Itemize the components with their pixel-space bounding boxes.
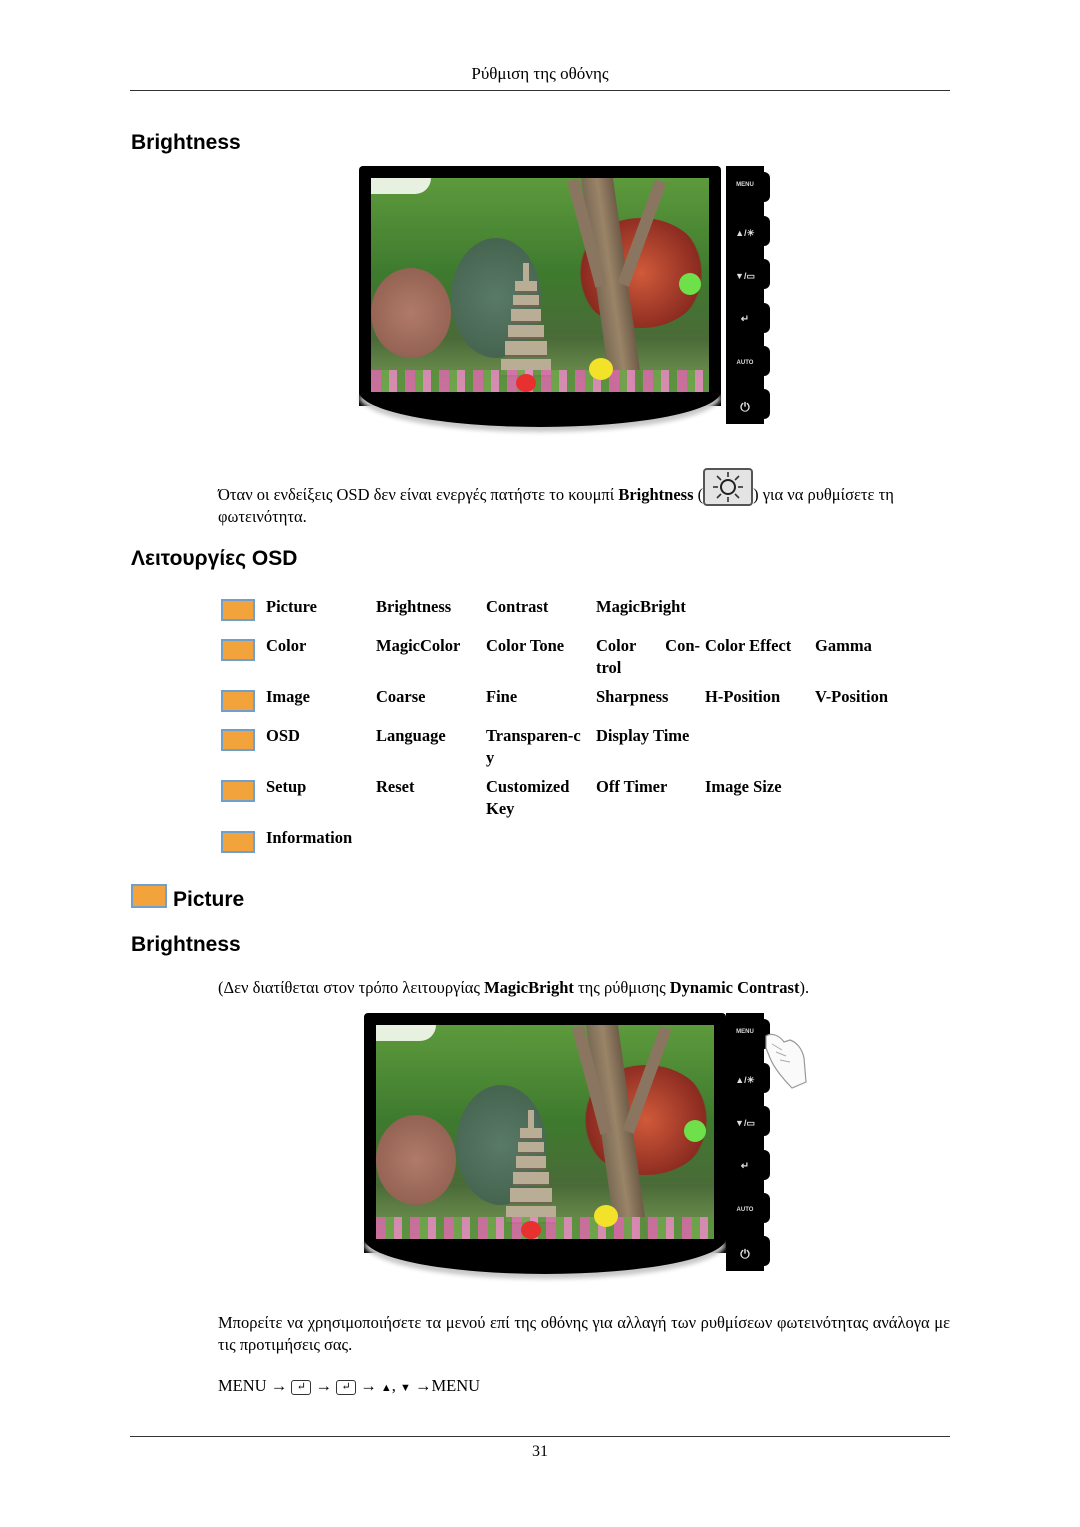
enter-button-label: ↵ [740, 1161, 750, 1172]
monitor-stand-curve [359, 391, 721, 427]
osd-cell: Color [266, 636, 307, 655]
osd-cell: Color Effect [705, 636, 792, 655]
osd-cell: Contrast [486, 597, 549, 616]
osd-cell: Brightness [376, 597, 452, 616]
brightness-menu-description: Μπορείτε να χρησιμοποιήσετε τα μενού επί… [218, 1313, 950, 1354]
footer-rule [130, 1436, 950, 1437]
monitor-screen-photo [371, 178, 709, 392]
osd-cell: Coarse [376, 687, 426, 706]
osd-icon [221, 729, 255, 751]
section-heading-picture: Picture [173, 888, 245, 911]
auto-button-label: AUTO [736, 360, 754, 366]
auto-button-label: AUTO [736, 1207, 754, 1213]
osd-cell: H-Position [705, 687, 781, 706]
osd-cell: Gamma [815, 636, 872, 655]
osd-cell: Fine [486, 687, 518, 706]
color-icon [221, 639, 255, 661]
osd-cell: Sharpness [596, 687, 669, 706]
monitor-screen-photo [376, 1025, 714, 1239]
power-button-label: ⏻ [740, 1247, 750, 1261]
menu-button-label: MENU [736, 1029, 754, 1035]
osd-cell: Customized Key [486, 777, 570, 818]
up-arrow-icon: ▲ [380, 1382, 392, 1394]
down-button-label: ▼/▭ [735, 1118, 755, 1128]
setup-icon [221, 780, 255, 802]
menu-navigation-sequence: MENU → ↵ → ↵ → ▲, ▼ →MENU [218, 1376, 481, 1395]
header-rule [130, 90, 950, 91]
osd-cell: Picture [266, 597, 318, 616]
monitor-button-panel: MENU ▲/☀ ▼/▭ ↵ AUTO ⏻ [726, 1013, 770, 1271]
osd-cell: Image [266, 687, 310, 706]
brightness-button-image [703, 468, 754, 506]
monitor-button-panel: MENU ▲/☀ ▼/▭ ↵ AUTO ⏻ [726, 166, 770, 424]
down-arrow-icon: ▼ [399, 1382, 411, 1394]
osd-cell: Reset [376, 777, 415, 796]
subheading-brightness: Brightness [131, 933, 241, 956]
menu-button-label: MENU [736, 182, 754, 188]
hand-pointer-icon [765, 1033, 807, 1089]
up-brightness-button-label: ▲/☀ [735, 1075, 755, 1085]
information-icon [221, 831, 255, 853]
section-heading-brightness: Brightness [131, 131, 241, 154]
down-button-label: ▼/▭ [735, 271, 755, 281]
picture-icon [221, 599, 255, 621]
enter-key-icon: ↵ [336, 1380, 357, 1395]
osd-cell: MagicColor [376, 636, 461, 655]
brightness-instructions: Όταν οι ενδείξεις OSD δεν είναι ενεργές … [218, 468, 953, 528]
osd-cell: Transparen-cy [486, 726, 581, 767]
page-number: 31 [532, 1443, 548, 1460]
osd-cell: Display Time [596, 726, 690, 745]
osd-cell: V-Position [815, 687, 889, 706]
up-brightness-button-label: ▲/☀ [735, 228, 755, 238]
enter-button-label: ↵ [740, 314, 750, 325]
running-header: Ρύθμιση της οθόνης [471, 64, 609, 83]
image-icon [221, 690, 255, 712]
enter-key-icon: ↵ [291, 1380, 312, 1395]
monitor-illustration [359, 166, 721, 428]
osd-cell: Off Timer [596, 777, 668, 796]
osd-cell: Information [266, 828, 353, 847]
osd-functions-table: Picture Brightness Contrast MagicBright … [220, 596, 940, 861]
availability-note: (Δεν διατίθεται στον τρόπο λειτουργίας M… [218, 978, 810, 997]
sun-icon [713, 472, 744, 502]
osd-cell: MagicBright [596, 597, 686, 616]
section-heading-osd-functions: Λειτουργίες OSD [131, 547, 298, 570]
monitor-illustration-menu [364, 1013, 726, 1275]
osd-cell: Language [376, 726, 446, 745]
osd-cell: Color Con-trol [596, 636, 700, 677]
osd-cell: OSD [266, 726, 300, 745]
picture-icon [131, 884, 167, 908]
power-button-label: ⏻ [740, 400, 750, 414]
osd-cell: Image Size [705, 777, 782, 796]
osd-cell: Setup [266, 777, 307, 796]
osd-cell: Color Tone [486, 636, 565, 655]
